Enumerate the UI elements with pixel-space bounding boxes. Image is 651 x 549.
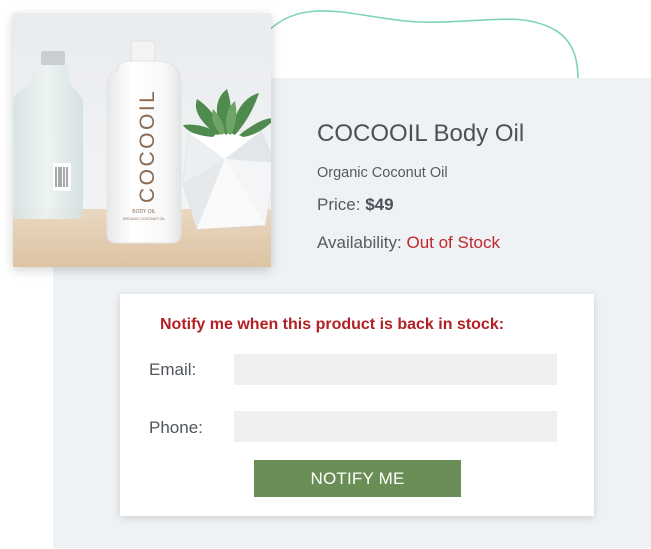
product-title: COCOOIL Body Oil bbox=[317, 120, 525, 147]
product-price: Price: $49 bbox=[317, 194, 637, 216]
availability-label: Availability: bbox=[317, 233, 402, 252]
phone-field[interactable] bbox=[234, 411, 557, 442]
product-info: COCOOIL Body Oil Organic Coconut Oil Pri… bbox=[317, 118, 637, 254]
notify-form: Notify me when this product is back in s… bbox=[120, 294, 594, 516]
notify-heading: Notify me when this product is back in s… bbox=[160, 316, 505, 333]
product-subtitle: Organic Coconut Oil bbox=[317, 165, 448, 181]
bottle-line1-text: BODY OIL bbox=[132, 209, 156, 215]
price-value: $49 bbox=[365, 195, 394, 214]
bottle-brand-text: COCOOIL bbox=[136, 89, 159, 203]
bottle-line2-text: ORGANIC COCONUT OIL bbox=[123, 217, 166, 221]
product-photo: COCOOIL BODY OIL ORGANIC COCONUT OIL bbox=[13, 13, 271, 267]
product-image: COCOOIL BODY OIL ORGANIC COCONUT OIL bbox=[13, 13, 271, 267]
notify-me-button[interactable]: NOTIFY ME bbox=[254, 460, 461, 497]
phone-label: Phone: bbox=[149, 418, 203, 437]
email-label: Email: bbox=[149, 360, 197, 379]
price-label: Price: bbox=[317, 195, 361, 214]
email-field[interactable] bbox=[234, 354, 557, 385]
product-availability: Availability: Out of Stock bbox=[317, 232, 637, 254]
cocooil-bottle: COCOOIL BODY OIL ORGANIC COCONUT OIL bbox=[106, 40, 182, 244]
availability-status: Out of Stock bbox=[406, 233, 501, 252]
